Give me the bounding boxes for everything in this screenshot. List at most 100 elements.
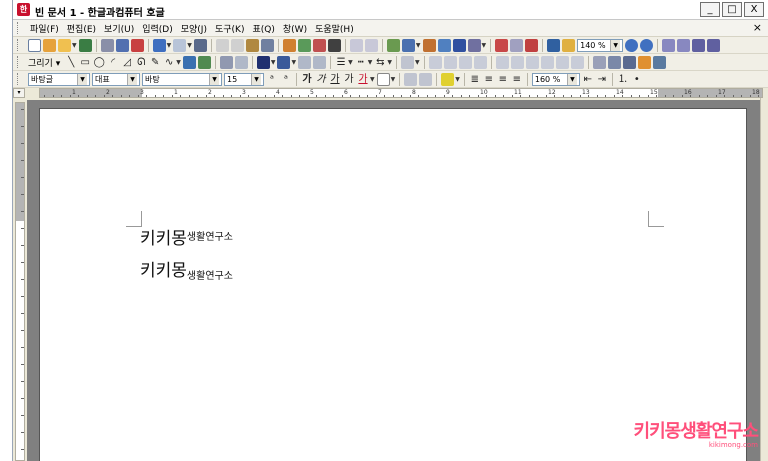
picture-shape-icon[interactable] (182, 55, 196, 69)
format-copy-icon[interactable] (260, 38, 274, 52)
menu-grip[interactable] (17, 22, 20, 34)
toolbar-grip[interactable] (17, 56, 20, 68)
find-icon[interactable] (193, 38, 207, 52)
menu-format[interactable]: 모양(J) (177, 22, 211, 35)
spell-check-icon[interactable] (130, 38, 144, 52)
numbered-list-icon[interactable]: ⒈ (617, 73, 629, 86)
document-close-icon[interactable]: × (753, 21, 762, 34)
footnote-icon[interactable] (364, 38, 378, 52)
send-back-icon[interactable] (443, 55, 457, 69)
ellipse-icon[interactable]: ◯ (93, 56, 105, 69)
font-size-increase-icon[interactable]: ᵃ (266, 73, 278, 86)
arc-icon[interactable]: ◜ (107, 56, 119, 69)
highlight-shape-icon[interactable] (637, 55, 651, 69)
style-dropdown-icon[interactable]: ▼ (77, 73, 87, 85)
insert-char-icon[interactable] (282, 38, 296, 52)
insert-chart-icon[interactable] (312, 38, 326, 52)
shape-dropdown-icon[interactable]: ▼ (176, 59, 181, 66)
vertical-scrollbar[interactable] (760, 98, 768, 461)
draw-menu[interactable]: 그리기 ▾ (28, 56, 60, 69)
indent-decrease-icon[interactable]: ⇤ (582, 73, 594, 86)
document-line-superscript[interactable]: 키키몽생활연구소 (140, 224, 233, 249)
flip-icon[interactable] (473, 55, 487, 69)
bar-chart-icon[interactable] (422, 38, 436, 52)
textbox-icon[interactable] (437, 38, 451, 52)
table-grid-icon[interactable] (401, 38, 415, 52)
screen-icon[interactable] (547, 38, 561, 52)
align-justify-icon[interactable]: ≣ (469, 73, 481, 86)
redo-icon[interactable] (173, 38, 187, 52)
highlight-dropdown-icon[interactable]: ▼ (455, 76, 460, 83)
play-icon[interactable] (555, 55, 569, 69)
line-weight-icon[interactable]: ☰ (335, 56, 347, 69)
group-icon[interactable] (234, 55, 248, 69)
indent-increase-icon[interactable]: ⇥ (596, 73, 608, 86)
fill-color-icon[interactable] (277, 55, 291, 69)
menu-tools[interactable]: 도구(K) (211, 22, 249, 35)
char-width-icon[interactable] (419, 72, 433, 86)
char-border-dropdown-icon[interactable]: ▼ (391, 76, 396, 83)
select-object-icon[interactable] (219, 55, 233, 69)
memo-icon[interactable] (525, 38, 539, 52)
line-style-dropdown-icon[interactable]: ▼ (368, 59, 373, 66)
page-view-icon[interactable] (662, 38, 676, 52)
vertical-ruler[interactable] (15, 102, 25, 461)
close-button[interactable]: X (744, 2, 764, 17)
arrow-style-icon[interactable]: ⇆ (374, 56, 386, 69)
book-icon[interactable] (562, 38, 576, 52)
line-weight-dropdown-icon[interactable]: ▼ (348, 59, 353, 66)
style-select[interactable]: 바탕글 ▼ (28, 72, 90, 86)
bold-icon[interactable]: 가 (301, 73, 313, 86)
redo-dropdown-icon[interactable]: ▼ (187, 42, 192, 49)
maximize-button[interactable]: □ (722, 2, 742, 17)
undo-icon[interactable] (152, 38, 166, 52)
line-spacing-select[interactable]: 160 % ▼ (531, 72, 580, 86)
document-workspace[interactable]: 키키몽생활연구소 키키몽생활연구소 (27, 100, 768, 461)
rectangle-icon[interactable]: ▭ (79, 56, 91, 69)
multi-page-icon[interactable] (677, 38, 691, 52)
horizontal-ruler[interactable]: 1 2 3 1 2 3 4 5 6 7 8 9 10 11 12 13 14 15 16 17 18 (39, 88, 763, 98)
font-color-icon[interactable]: 가 (357, 73, 369, 86)
print-icon[interactable] (100, 38, 114, 52)
bullet-list-icon[interactable]: • (631, 73, 643, 86)
undo-dropdown-icon[interactable]: ▼ (167, 42, 172, 49)
copy-icon[interactable] (230, 38, 244, 52)
bookmark-icon[interactable] (510, 38, 524, 52)
freehand-icon[interactable]: ∿ (163, 56, 175, 69)
italic-icon[interactable]: 가 (315, 73, 327, 86)
align-object-icon[interactable] (400, 55, 414, 69)
menu-edit[interactable]: 편집(E) (63, 22, 100, 35)
shadow-icon[interactable] (298, 55, 312, 69)
column-icon[interactable] (349, 38, 363, 52)
paste-icon[interactable] (245, 38, 259, 52)
align-center-icon[interactable]: ≡ (497, 73, 509, 86)
ruler-toggle[interactable]: ▾ (13, 88, 25, 98)
polygon-icon[interactable]: ◿ (121, 56, 133, 69)
open-folder-icon[interactable] (58, 38, 71, 52)
align-right-icon[interactable]: ≡ (511, 73, 523, 86)
font-color-dropdown-icon[interactable]: ▼ (370, 76, 375, 83)
align-left-icon[interactable]: ≡ (483, 73, 495, 86)
clipart-icon[interactable] (525, 55, 539, 69)
print-preview-icon[interactable] (115, 38, 129, 52)
gallery-icon[interactable] (570, 55, 584, 69)
line-spacing-dropdown-icon[interactable]: ▼ (566, 73, 577, 85)
symbol-dropdown-icon[interactable]: ▼ (482, 42, 487, 49)
connect-icon[interactable] (607, 55, 621, 69)
scroll-icon[interactable] (622, 55, 636, 69)
line-color-dropdown-icon[interactable]: ▼ (271, 59, 276, 66)
menu-file[interactable]: 파일(F) (26, 22, 63, 35)
language-dropdown-icon[interactable]: ▼ (127, 73, 137, 85)
template-icon[interactable] (43, 38, 56, 52)
full-screen-icon[interactable] (692, 38, 706, 52)
three-d-icon[interactable] (313, 55, 327, 69)
char-spacing-icon[interactable] (404, 72, 418, 86)
triangle-icon[interactable] (540, 55, 554, 69)
cut-icon[interactable] (215, 38, 229, 52)
font-dropdown-icon[interactable]: ▼ (209, 73, 219, 85)
document-page[interactable]: 키키몽생활연구소 키키몽생활연구소 (39, 108, 747, 461)
curve-icon[interactable]: ᘏ (135, 56, 147, 69)
superscript-icon[interactable]: 가 (343, 73, 355, 86)
font-size-decrease-icon[interactable]: ᵃ (280, 73, 292, 86)
symbol-icon[interactable] (467, 38, 481, 52)
